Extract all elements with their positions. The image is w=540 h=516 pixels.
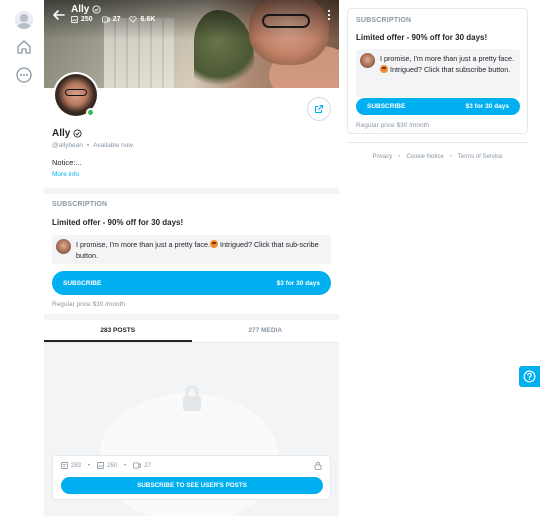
cookie-notice-link[interactable]: Cookie Notice [406, 154, 443, 160]
promo-avatar [56, 239, 71, 254]
locked-videos-count: 27 [144, 462, 151, 469]
locked-posts-card: 283 • 250 • 27 SUBSCRIBE TO SEE USER'S P… [52, 455, 331, 500]
section-divider [44, 188, 339, 194]
promo-avatar [360, 53, 375, 68]
profile-name-text: Ally [52, 128, 71, 139]
verified-icon [73, 129, 82, 138]
sidebar-divider [347, 142, 528, 143]
profile-feed-column: Ally 250 27 6.6K Ally @allybean • Availa… [44, 0, 339, 516]
offer-title: Limited offer - 90% off for 30 days! [356, 33, 488, 42]
more-info-link[interactable]: More info [52, 171, 79, 178]
subscribe-button-price: $3 for 30 days [276, 279, 320, 287]
emoji-icon [380, 64, 388, 73]
video-icon [133, 462, 142, 469]
promo-message: I promise, I'm more than just a pretty f… [52, 235, 331, 264]
help-button[interactable] [519, 366, 540, 387]
footer-separator: • [398, 154, 401, 160]
subscribe-button[interactable]: SUBSCRIBE $3 for 30 days [52, 271, 331, 295]
promo-text-part2: Intrigued? Click that subscribe button. [388, 64, 511, 74]
terms-link[interactable]: Terms of Service [458, 154, 503, 160]
cover-stats: 250 27 6.6K [71, 16, 155, 23]
photos-stat: 250 [97, 462, 117, 469]
home-icon[interactable] [15, 38, 33, 56]
stat-separator: • [88, 462, 91, 469]
subscribe-button-label: SUBSCRIBE [367, 103, 406, 110]
footer-separator: • [449, 154, 452, 160]
share-icon [315, 105, 323, 113]
promo-text-part1: I promise, I'm more than just a pretty f… [76, 240, 210, 249]
lock-icon [314, 461, 322, 470]
videos-stat: 27 [133, 462, 151, 469]
emoji-icon [210, 240, 218, 248]
offer-title: Limited offer - 90% off for 30 days! [52, 218, 184, 227]
video-icon [101, 16, 110, 23]
photos-count: 250 [81, 16, 93, 23]
content-tabs: 283 POSTS 277 MEDIA [44, 320, 339, 343]
locked-stats: 283 • 250 • 27 [61, 462, 151, 469]
regular-price: Regular price $30 /month [52, 301, 125, 308]
privacy-link[interactable]: Privacy [373, 154, 393, 160]
likes-stat: 6.6K [129, 16, 155, 23]
user-avatar-icon[interactable] [15, 11, 33, 29]
cover-profile-name: Ally [71, 4, 101, 15]
profile-bio: Notice:... [52, 158, 82, 167]
photo-icon [97, 462, 105, 469]
kebab-menu-icon[interactable] [325, 8, 333, 22]
verified-icon [92, 5, 101, 14]
videos-count: 27 [112, 16, 121, 23]
tab-media[interactable]: 277 MEDIA [192, 320, 340, 342]
subscription-label: SUBSCRIPTION [52, 201, 108, 208]
subscribe-button[interactable]: SUBSCRIBE $3 for 30 days [356, 98, 520, 115]
profile-meta: @allybean • Available now [52, 142, 133, 149]
heart-icon [129, 16, 137, 23]
lock-icon [183, 385, 201, 411]
locked-photos-count: 250 [107, 462, 118, 469]
likes-count: 6.6K [140, 16, 156, 23]
online-status-dot [86, 108, 95, 117]
subscribe-to-see-posts-button[interactable]: SUBSCRIBE TO SEE USER'S POSTS [61, 477, 323, 494]
help-icon [523, 370, 536, 383]
locked-posts-count: 283 [71, 462, 82, 469]
post-icon [61, 462, 68, 469]
stat-separator: • [124, 462, 127, 469]
locked-content-area: 283 • 250 • 27 SUBSCRIBE TO SEE USER'S P… [44, 343, 339, 516]
left-navigation-rail [0, 0, 44, 516]
tab-posts[interactable]: 283 POSTS [44, 320, 192, 342]
videos-stat: 27 [101, 16, 121, 23]
posts-stat: 283 [61, 462, 81, 469]
footer-links: Privacy • Cookie Notice • Terms of Servi… [347, 154, 528, 160]
profile-handle: @allybean [52, 142, 83, 149]
promo-text-part1: I promise, I'm more than just a pretty f… [380, 54, 514, 63]
cover-name-text: Ally [71, 4, 90, 15]
more-options-icon[interactable] [15, 66, 33, 84]
regular-price: Regular price $30 /month [356, 122, 429, 129]
promo-message: I promise, I'm more than just a pretty f… [356, 49, 520, 97]
meta-separator: • [86, 142, 90, 149]
subscribe-button-price: $3 for 30 days [465, 103, 509, 110]
cover-header-bar: Ally 250 27 6.6K [44, 0, 339, 40]
back-arrow-icon[interactable] [51, 7, 67, 23]
profile-name: Ally [52, 128, 82, 139]
sidebar-subscription-card: SUBSCRIPTION Limited offer - 90% off for… [347, 8, 528, 134]
share-button[interactable] [307, 97, 331, 121]
photos-stat: 250 [71, 16, 93, 23]
subscribe-button-label: SUBSCRIBE [63, 279, 102, 287]
photo-icon [71, 16, 78, 23]
subscription-label: SUBSCRIPTION [356, 17, 412, 24]
availability-status: Available now [93, 142, 134, 149]
